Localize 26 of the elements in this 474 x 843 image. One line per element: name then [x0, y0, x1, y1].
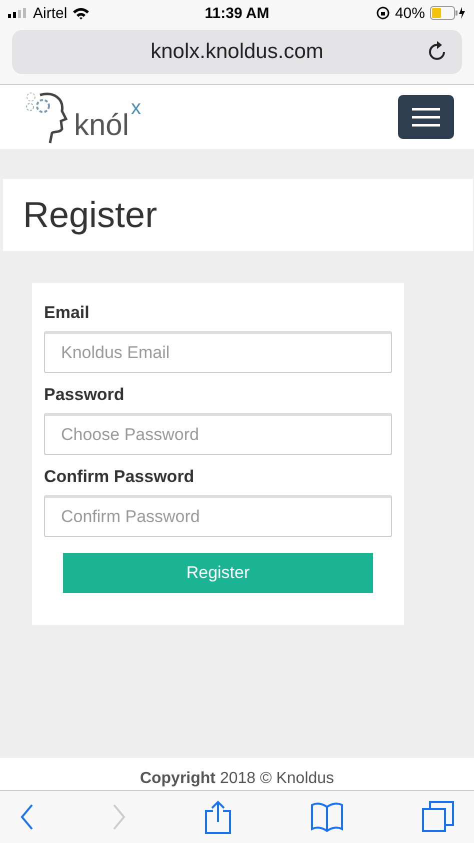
input-field[interactable]: Choose Password [44, 413, 392, 455]
reload-icon[interactable] [428, 41, 448, 63]
logo-superscript: x [131, 97, 142, 120]
book-icon[interactable] [310, 802, 344, 832]
carrier-name: Airtel [33, 4, 68, 22]
field-label: Confirm Password [44, 467, 196, 487]
share-icon[interactable] [204, 800, 232, 834]
battery-percent: 40% [394, 4, 425, 22]
battery-charging-icon [430, 6, 466, 20]
menu-button[interactable] [398, 95, 454, 139]
back-icon[interactable] [20, 804, 34, 830]
logo-text: knól [74, 111, 130, 141]
address-bar[interactable]: knolx.knoldus.com [12, 30, 462, 74]
signal-icon [8, 8, 28, 18]
url-text: knolx.knoldus.com [150, 40, 324, 64]
field-label: Email [44, 303, 90, 323]
copyright-text: Copyright 2018 © Knoldus [140, 768, 334, 788]
clock-time: 11:39 AM [204, 4, 270, 22]
rotation-lock-icon [376, 6, 390, 20]
wifi-icon [72, 6, 90, 20]
menu-icon [412, 107, 440, 127]
field-label: Password [44, 385, 126, 405]
input-field[interactable]: Knoldus Email [44, 331, 392, 373]
tabs-icon[interactable] [422, 801, 454, 833]
input-field[interactable]: Confirm Password [44, 495, 392, 537]
page-title: Register [23, 194, 158, 236]
